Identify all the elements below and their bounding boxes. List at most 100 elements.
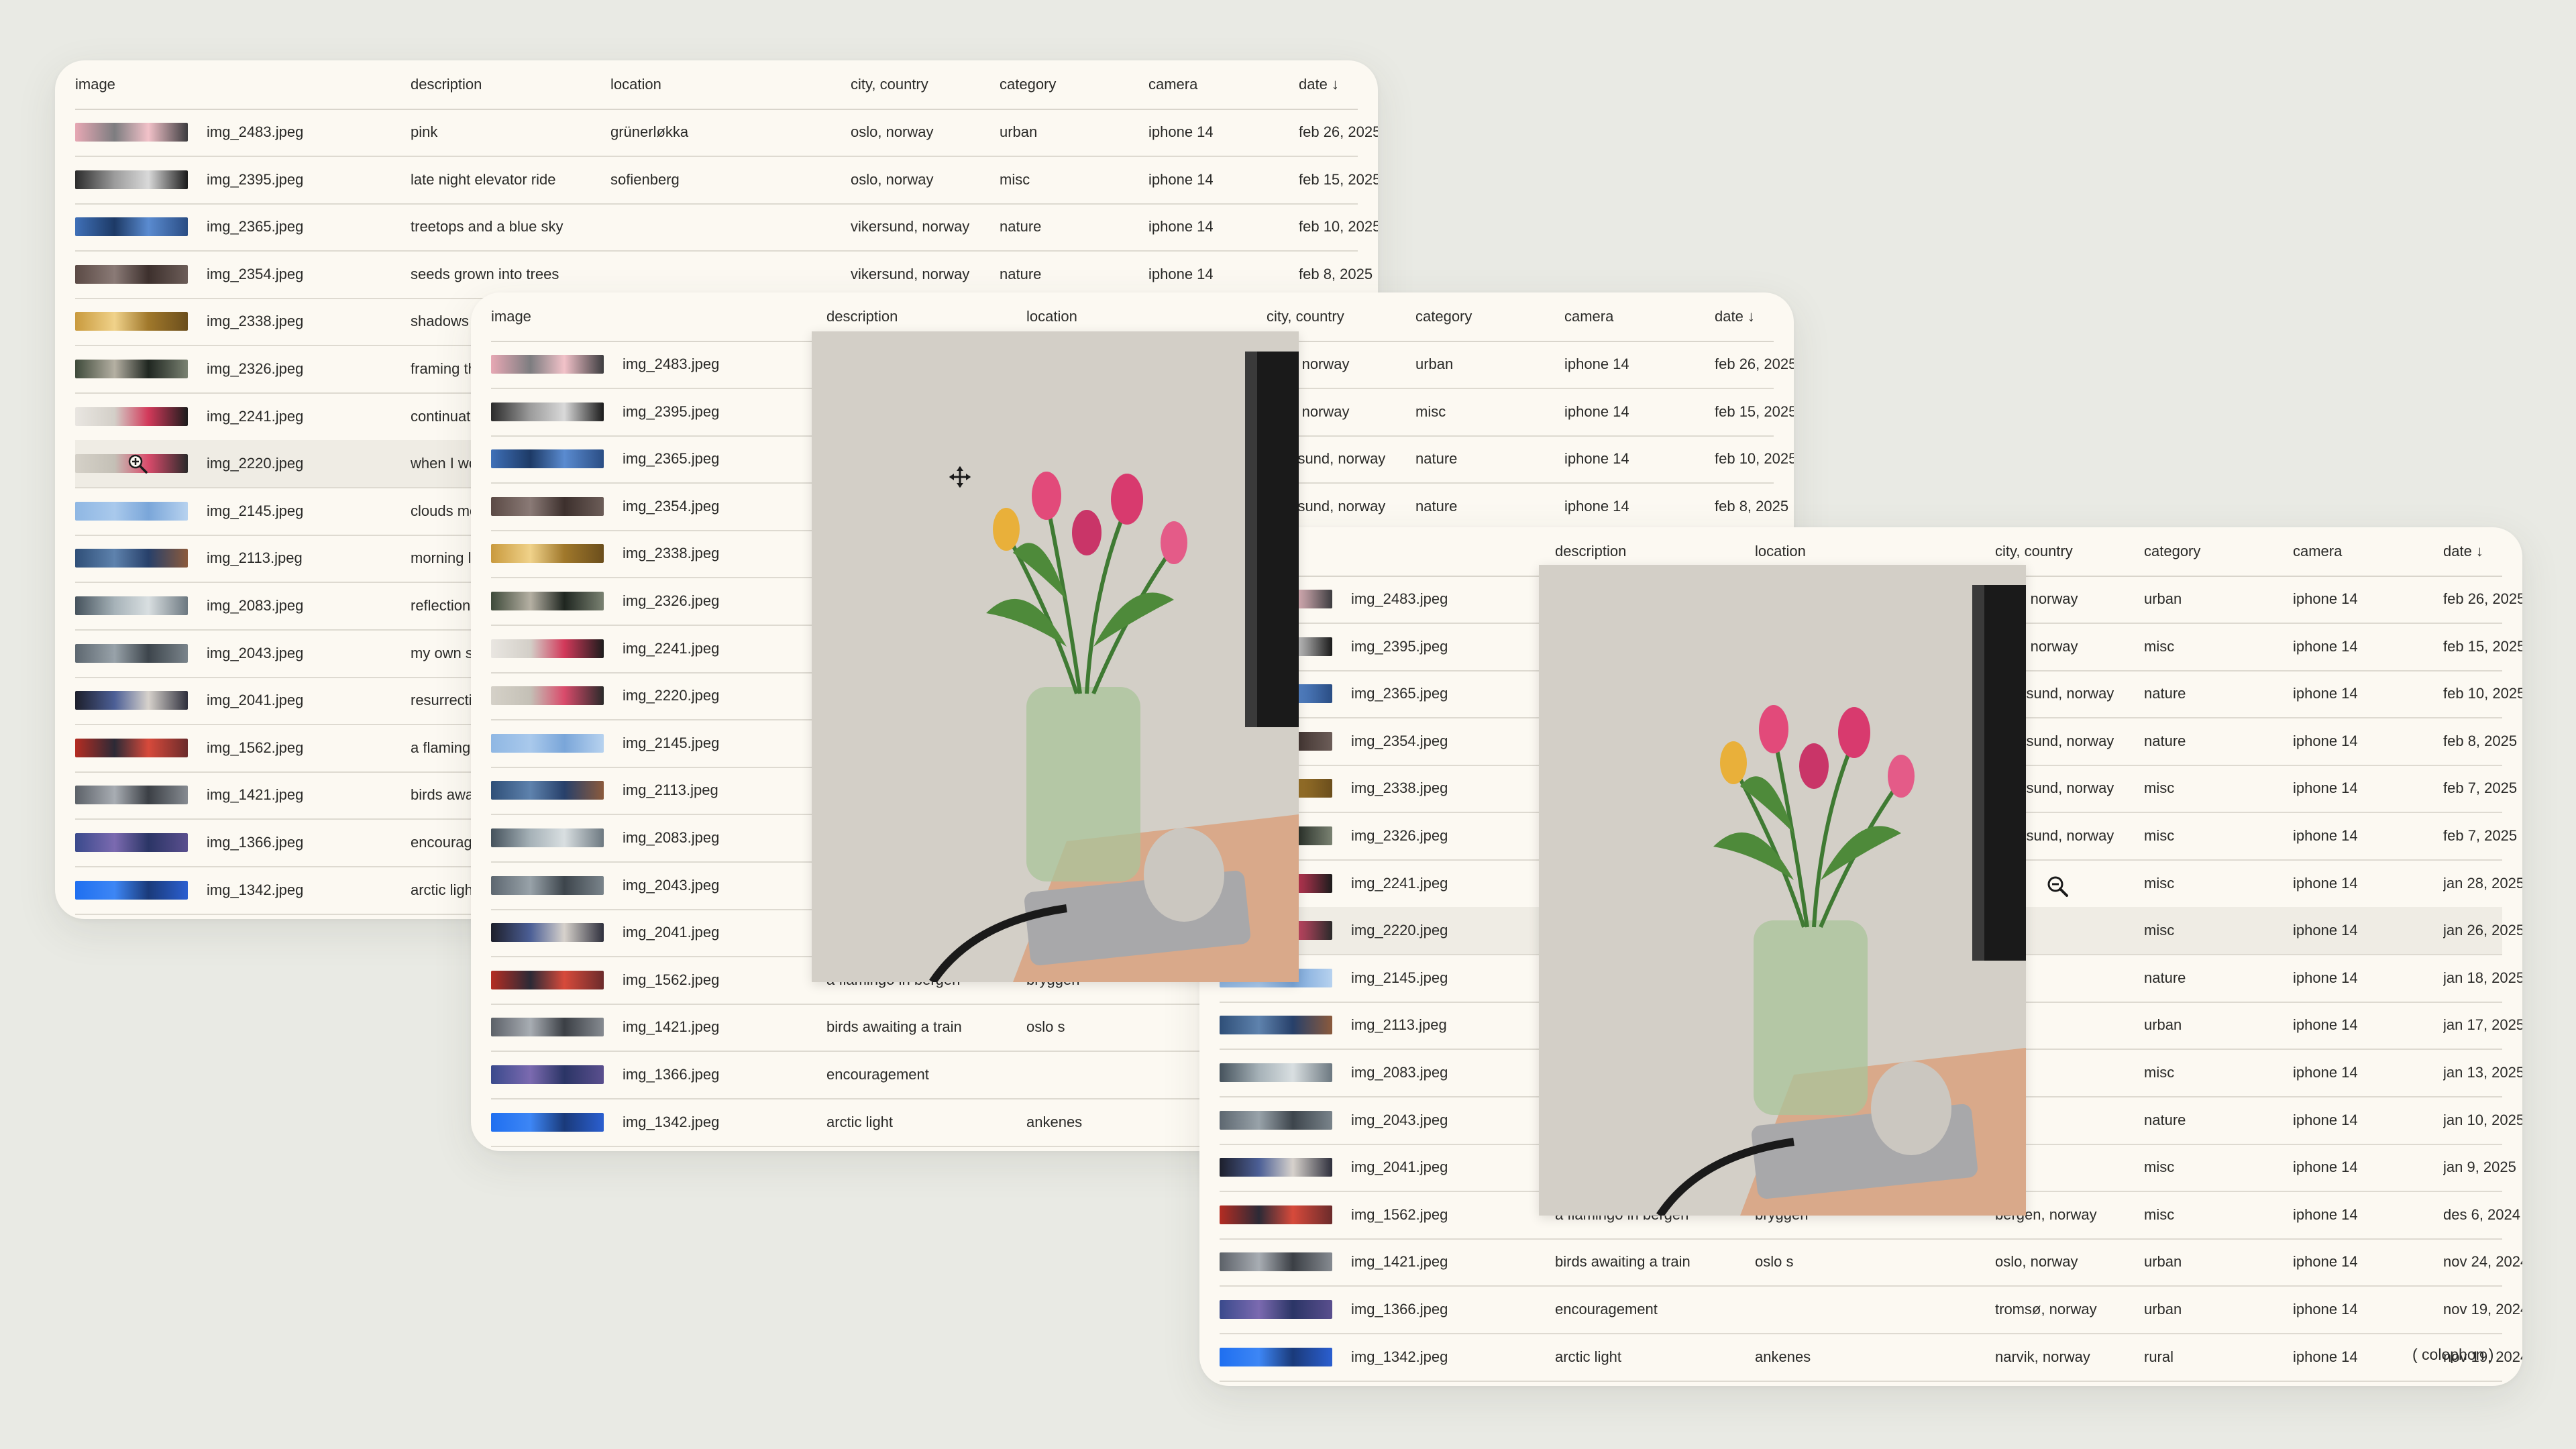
thumbnail-cell[interactable] — [1220, 1049, 1354, 1096]
thumbnail[interactable] — [75, 170, 188, 189]
thumbnail[interactable] — [491, 686, 604, 706]
table-row[interactable]: img_2483.jpeg pink grünerløkka oslo, norway… — [75, 109, 1378, 157]
table-row[interactable]: img_2395.jpeg late night elevator ride sof… — [75, 156, 1378, 205]
thumbnail-cell[interactable] — [491, 530, 625, 577]
thumbnail-cell[interactable] — [491, 767, 625, 814]
table-row[interactable]: img_1366.jpeg encouragement tromsø, norway… — [1220, 1286, 2522, 1334]
colophon-link[interactable]: ( colophon ) — [2412, 1346, 2493, 1364]
thumbnail[interactable] — [1220, 1110, 1332, 1130]
thumbnail[interactable] — [491, 639, 604, 658]
header-date-sort[interactable]: date ↓ — [1299, 60, 1378, 109]
thumbnail-cell[interactable] — [75, 251, 209, 298]
thumbnail[interactable] — [75, 549, 188, 568]
thumbnail[interactable] — [1220, 1252, 1332, 1272]
category: nature — [2144, 732, 2186, 749]
thumbnail-cell[interactable] — [491, 957, 625, 1004]
thumbnail-cell[interactable] — [1220, 1002, 1354, 1049]
thumbnail-cell[interactable] — [75, 630, 209, 677]
table-row[interactable]: img_2365.jpeg treetops and a blue sky vike… — [75, 203, 1378, 252]
thumbnail-cell[interactable] — [1220, 1191, 1354, 1238]
thumbnail[interactable] — [75, 123, 188, 142]
thumbnail[interactable] — [75, 691, 188, 710]
thumbnail[interactable] — [75, 501, 188, 521]
thumbnail-cell[interactable] — [491, 483, 625, 530]
table-row[interactable]: img_2354.jpeg seeds grown into trees viker… — [75, 251, 1373, 299]
thumbnail[interactable] — [491, 544, 604, 564]
thumbnail-cell[interactable] — [491, 862, 625, 909]
thumbnail-cell[interactable] — [75, 771, 209, 818]
thumbnail[interactable] — [1220, 1300, 1332, 1319]
thumbnail-cell[interactable] — [75, 867, 209, 914]
thumbnail-cell[interactable] — [491, 672, 625, 719]
filename: img_2083.jpeg — [207, 597, 304, 614]
thumbnail-cell[interactable] — [491, 578, 625, 625]
category: misc — [2144, 780, 2175, 797]
thumbnail-cell[interactable] — [75, 582, 209, 629]
thumbnail[interactable] — [491, 496, 604, 516]
thumbnail-cell[interactable] — [491, 720, 625, 767]
thumbnail-cell[interactable] — [491, 625, 625, 672]
thumbnail-cell[interactable] — [1220, 1097, 1354, 1144]
thumbnail-cell[interactable] — [75, 393, 209, 440]
header-date-sort[interactable]: date ↓ — [1715, 292, 1794, 341]
thumbnail-cell[interactable] — [491, 1004, 625, 1051]
table-row[interactable]: img_1421.jpeg birds awaiting a train oslo … — [1220, 1238, 2522, 1287]
thumbnail-cell[interactable] — [491, 435, 625, 482]
thumbnail-cell[interactable] — [75, 819, 209, 866]
thumbnail[interactable] — [491, 733, 604, 753]
table-row[interactable]: img_1342.jpeg arctic light ankenes narvik, … — [1220, 1334, 2522, 1382]
thumbnail-cell[interactable] — [75, 203, 209, 250]
filename: img_2220.jpeg — [1351, 922, 1448, 939]
thumbnail[interactable] — [491, 355, 604, 374]
thumbnail[interactable] — [491, 828, 604, 847]
thumbnail[interactable] — [75, 217, 188, 237]
thumbnail-cell[interactable] — [75, 345, 209, 392]
thumbnail[interactable] — [1220, 1063, 1332, 1082]
thumbnail-cell[interactable] — [491, 814, 625, 861]
photo-preview[interactable] — [812, 331, 1299, 982]
thumbnail[interactable] — [75, 643, 188, 663]
thumbnail[interactable] — [491, 923, 604, 943]
header-date-sort[interactable]: date ↓ — [2443, 527, 2522, 576]
thumbnail-cell[interactable] — [75, 677, 209, 724]
thumbnail-cell[interactable] — [491, 1099, 625, 1146]
thumbnail[interactable] — [491, 1018, 604, 1037]
thumbnail-cell[interactable] — [1220, 1334, 1354, 1381]
thumbnail-cell[interactable] — [1220, 1238, 1354, 1285]
thumbnail-cell[interactable] — [491, 388, 625, 435]
thumbnail-cell[interactable] — [75, 724, 209, 771]
filename: img_2241.jpeg — [207, 407, 304, 425]
thumbnail-cell[interactable] — [75, 156, 209, 203]
thumbnail[interactable] — [75, 360, 188, 378]
thumbnail[interactable] — [75, 407, 188, 426]
thumbnail[interactable] — [491, 970, 604, 989]
thumbnail[interactable] — [75, 880, 188, 900]
thumbnail[interactable] — [75, 833, 188, 852]
thumbnail-cell[interactable] — [491, 341, 625, 388]
thumbnail-cell[interactable] — [1220, 1144, 1354, 1191]
thumbnail[interactable] — [75, 596, 188, 615]
thumbnail-cell[interactable] — [75, 535, 209, 582]
thumbnail[interactable] — [75, 312, 188, 331]
thumbnail[interactable] — [1220, 1347, 1332, 1366]
thumbnail[interactable] — [491, 875, 604, 895]
thumbnail[interactable] — [75, 264, 188, 284]
thumbnail-cell[interactable] — [75, 298, 209, 345]
thumbnail[interactable] — [1220, 1205, 1332, 1224]
thumbnail[interactable] — [1220, 1158, 1332, 1177]
thumbnail[interactable] — [491, 1112, 604, 1132]
thumbnail[interactable] — [491, 781, 604, 800]
thumbnail[interactable] — [491, 592, 604, 610]
thumbnail-cell[interactable] — [491, 909, 625, 956]
photo-preview-zoomed[interactable] — [1539, 565, 2026, 1216]
thumbnail-cell[interactable] — [491, 1051, 625, 1098]
thumbnail[interactable] — [75, 738, 188, 757]
thumbnail[interactable] — [491, 1065, 604, 1084]
thumbnail[interactable] — [1220, 1016, 1332, 1035]
thumbnail[interactable] — [491, 449, 604, 469]
thumbnail[interactable] — [491, 402, 604, 421]
thumbnail[interactable] — [75, 786, 188, 805]
thumbnail-cell[interactable] — [75, 109, 209, 156]
thumbnail-cell[interactable] — [1220, 1286, 1354, 1333]
thumbnail-cell[interactable] — [75, 488, 209, 535]
